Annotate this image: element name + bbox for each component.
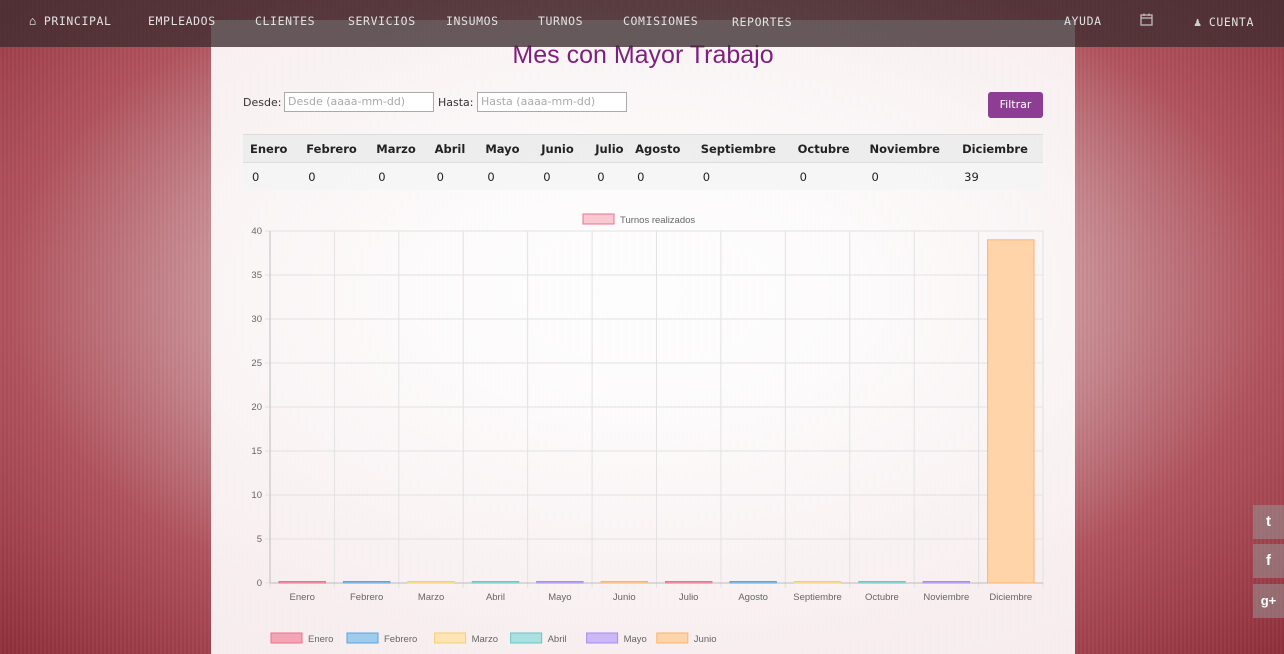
google-plus-icon[interactable]: g+ [1253,584,1284,618]
nav-item-comisiones[interactable]: COMISIONES [623,14,698,28]
x-tick-label: Septiembre [793,592,842,603]
x-tick-label: Agosto [738,592,768,603]
x-tick-label: Noviembre [923,592,969,603]
bar-julio [665,581,713,584]
y-tick-label: 30 [251,314,262,325]
nav-label: TURNOS [538,14,584,28]
y-tick-label: 35 [251,270,262,281]
bar-noviembre [922,581,971,584]
legend-swatch-mayo [586,632,619,644]
bar-octubre [858,581,906,584]
bar-junio [600,581,648,584]
legend-swatch-enero [270,632,303,644]
nav-label: EMPLEADOS [148,14,216,28]
nav-item-principal[interactable]: ⌂ PRINCIPAL [29,14,112,28]
user-icon: ♟ [1194,15,1202,29]
x-tick-label: Diciembre [989,592,1032,603]
nav-label: CLIENTES [255,14,316,28]
top-navbar: ⌂ PRINCIPAL EMPLEADOS CLIENTES SERVICIOS … [0,0,1284,47]
legend-label-junio: Junio [694,634,717,645]
bar-enero [278,581,326,584]
y-tick-label: 20 [251,402,262,413]
y-tick-label: 15 [251,446,262,457]
bar-chart: 0 5 10 15 20 25 30 35 40 Enero Febrero Marzo Abril Ma… [251,213,1044,645]
calendar-icon[interactable] [1140,13,1153,26]
bar-febrero [342,581,391,584]
legend-swatch-febrero [346,632,379,644]
nav-label: REPORTES [732,15,793,29]
facebook-icon[interactable]: f [1253,544,1284,578]
home-icon: ⌂ [29,14,37,28]
legend-label-mayo: Mayo [624,634,647,645]
legend-swatch-marzo [434,632,467,644]
legend-label-febrero: Febrero [384,634,417,645]
nav-label: CUENTA [1208,15,1254,29]
nav-label: PRINCIPAL [43,14,112,28]
twitter-icon[interactable]: t [1253,505,1284,539]
x-tick-label: Mayo [548,592,571,603]
legend-swatch-abril [510,632,543,644]
bar-septiembre [793,581,842,584]
y-tick-label: 0 [257,578,262,589]
legend-swatch-junio [656,632,689,644]
x-tick-label: Octubre [865,592,899,603]
legend-label: Turnos realizados [620,215,695,226]
bar-agosto [729,581,777,584]
nav-label: INSUMOS [446,14,499,28]
nav-item-clientes[interactable]: CLIENTES [255,14,315,28]
bar-mayo [536,581,584,584]
nav-item-ayuda[interactable]: AYUDA [1064,14,1102,28]
x-tick-label: Febrero [350,592,383,603]
nav-item-empleados[interactable]: EMPLEADOS [148,14,216,28]
x-tick-label: Abril [486,592,505,603]
bar-marzo [407,581,455,584]
nav-label: SERVICIOS [348,14,416,28]
nav-item-turnos[interactable]: TURNOS [538,14,583,28]
y-tick-label: 5 [257,534,262,545]
nav-item-insumos[interactable]: INSUMOS [446,14,499,28]
x-tick-label: Junio [613,592,636,603]
legend-label-abril: Abril [548,634,567,645]
y-tick-label: 25 [251,358,262,369]
nav-item-servicios[interactable]: SERVICIOS [348,14,416,28]
x-tick-label: Enero [290,592,315,603]
x-tick-label: Marzo [418,592,444,603]
y-tick-label: 40 [251,226,262,237]
bar-abril [471,581,520,584]
legend-label-enero: Enero [308,634,333,645]
nav-label: COMISIONES [623,14,699,28]
nav-item-cuenta[interactable]: ♟ CUENTA [1194,15,1254,29]
bar-diciembre [987,239,1035,584]
legend-swatch [582,213,615,225]
legend-label-marzo: Marzo [472,634,498,645]
nav-label: AYUDA [1064,14,1102,28]
nav-item-reportes[interactable]: REPORTES [732,15,792,29]
x-tick-label: Julio [679,592,699,603]
y-tick-label: 10 [251,490,262,501]
